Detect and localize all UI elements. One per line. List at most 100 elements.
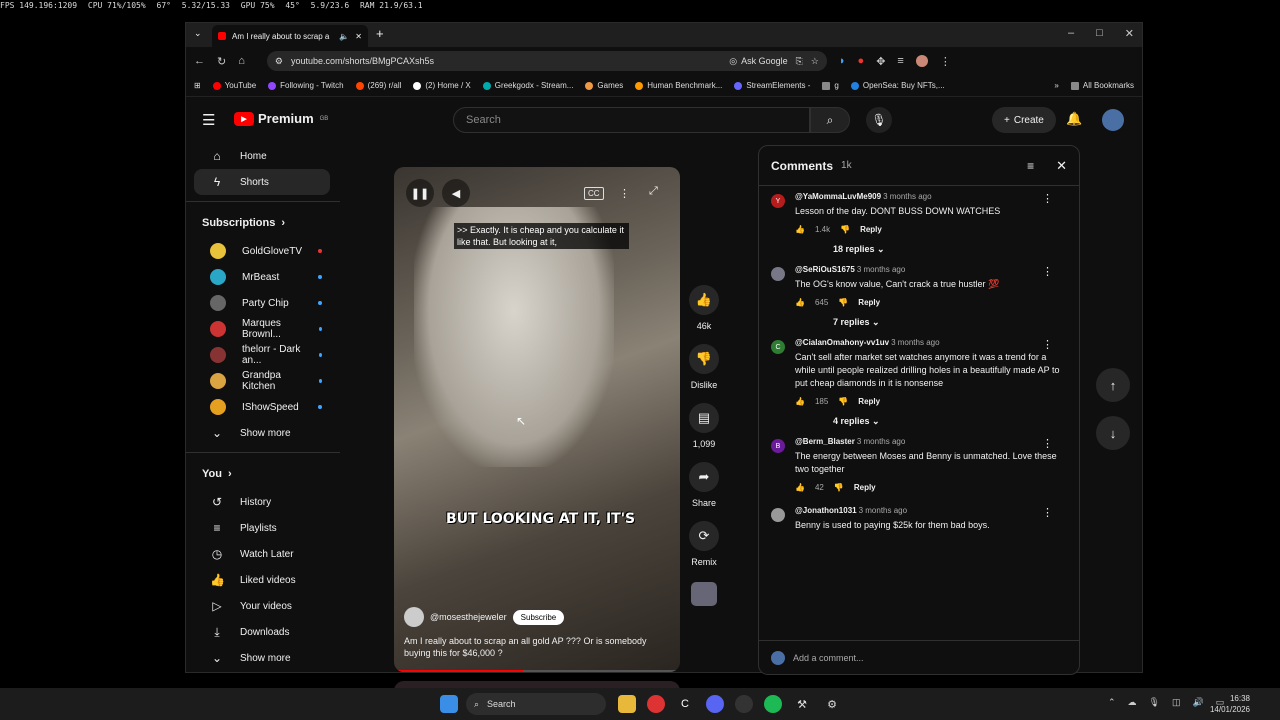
- comments-action[interactable]: ▤ 1,099: [689, 403, 719, 462]
- minimize-icon[interactable]: –: [1068, 27, 1074, 40]
- replies-toggle[interactable]: 4 replies ⌄: [795, 406, 1067, 431]
- bookmark-6[interactable]: Human Benchmark...: [635, 81, 722, 90]
- settings-gear-icon[interactable]: ⚙: [823, 695, 841, 713]
- mute-tab-icon[interactable]: 🔈: [339, 32, 349, 41]
- more-bookmarks-icon[interactable]: »: [1054, 81, 1058, 90]
- progress-bar[interactable]: [394, 670, 680, 672]
- channel-handle[interactable]: @mosesthejeweler: [430, 612, 507, 622]
- thumbs-down-icon[interactable]: 👎: [838, 298, 848, 307]
- bookmark-star-icon[interactable]: ☆: [811, 56, 819, 67]
- comment-avatar[interactable]: [771, 267, 785, 281]
- app-icon[interactable]: ⚒: [793, 695, 811, 713]
- close-window-icon[interactable]: ✕: [1125, 27, 1134, 40]
- pause-button[interactable]: ❚❚: [406, 179, 434, 207]
- thumbs-up-icon[interactable]: 👍: [795, 397, 805, 406]
- hamburger-menu-icon[interactable]: ☰: [202, 111, 215, 129]
- sidebar-item-home[interactable]: ⌂ Home: [194, 143, 330, 169]
- sort-icon[interactable]: ≡: [1027, 159, 1034, 173]
- tray-chevron-icon[interactable]: ⌃: [1108, 697, 1116, 708]
- reply-button[interactable]: Reply: [860, 225, 882, 234]
- thumbs-up-icon[interactable]: 👍: [795, 298, 805, 307]
- show-more-button[interactable]: ⌄ Show more: [194, 420, 330, 446]
- tab-search-icon[interactable]: ⌄: [194, 28, 202, 39]
- create-button[interactable]: + Create: [992, 107, 1056, 133]
- profile-icon[interactable]: [915, 55, 928, 67]
- sidebar-item-your-videos[interactable]: ▷ Your videos: [194, 593, 330, 619]
- bookmark-0[interactable]: YouTube: [212, 81, 256, 90]
- captions-button[interactable]: CC: [584, 187, 604, 200]
- subscribe-button[interactable]: Subscribe: [512, 609, 565, 625]
- bookmark-1[interactable]: Following - Twitch: [268, 81, 344, 90]
- ccleaner-icon[interactable]: C: [676, 695, 694, 713]
- sidebar-item-watch-later[interactable]: ◷ Watch Later: [194, 541, 330, 567]
- show-more-button-2[interactable]: ⌄ Show more: [194, 645, 330, 671]
- active-tab[interactable]: Am I really about to scrap a 🔈 ✕: [212, 25, 368, 47]
- reply-button[interactable]: Reply: [854, 483, 876, 492]
- browser-menu-icon[interactable]: ⋮: [940, 55, 951, 68]
- spotify-icon[interactable]: [764, 695, 782, 713]
- home-icon[interactable]: ⌂: [238, 55, 245, 67]
- bookmark-4[interactable]: Greekgodx - Stream...: [482, 81, 573, 90]
- voice-search-button[interactable]: 🎙: [866, 107, 892, 133]
- comment-avatar[interactable]: C: [771, 340, 785, 354]
- previous-short-button[interactable]: ↑: [1096, 368, 1130, 402]
- media-icon[interactable]: ≡: [897, 55, 903, 67]
- comment-menu-icon[interactable]: ⋮: [1042, 338, 1053, 351]
- sidebar-item-subscription[interactable]: thelorr - Dark an...: [194, 342, 330, 368]
- discord-icon[interactable]: [706, 695, 724, 713]
- reload-icon[interactable]: ↻: [217, 55, 226, 68]
- sidebar-item-subscription[interactable]: IShowSpeed: [194, 394, 330, 420]
- comment-author[interactable]: @CialanOmahony-vv1uv: [795, 338, 889, 347]
- extensions-puzzle-icon[interactable]: ✥: [876, 55, 885, 68]
- sidebar-item-subscription[interactable]: GoldGloveTV: [194, 238, 330, 264]
- comment-menu-icon[interactable]: ⋮: [1042, 437, 1053, 450]
- comment-author[interactable]: @Jonathon1031: [795, 506, 857, 515]
- thumbs-down-icon[interactable]: 👎: [840, 225, 850, 234]
- account-avatar[interactable]: [1102, 109, 1124, 131]
- comment-author[interactable]: @SeRiOuS1675: [795, 265, 855, 274]
- sidebar-item-subscription[interactable]: Marques Brownl...: [194, 316, 330, 342]
- sidebar-item-shorts[interactable]: ϟ Shorts: [194, 169, 330, 195]
- comment-avatar[interactable]: [771, 508, 785, 522]
- comment-avatar[interactable]: Y: [771, 194, 785, 208]
- subscriptions-heading[interactable]: Subscriptions ›: [186, 208, 340, 238]
- site-info-icon[interactable]: ⚙: [275, 56, 283, 67]
- adblock-icon[interactable]: ●: [858, 55, 865, 67]
- shorts-video-player[interactable]: ❚❚ ◀ CC ⋮ ⤢ >> Exactly. It is cheap and …: [394, 167, 680, 672]
- bookmark-7[interactable]: StreamElements -: [734, 81, 810, 90]
- like-action[interactable]: 👍 46k: [689, 285, 719, 344]
- bookmark-5[interactable]: Games: [585, 81, 623, 90]
- all-bookmarks[interactable]: All Bookmarks: [1070, 81, 1134, 90]
- url-box[interactable]: ⚙ youtube.com/shorts/BMgPCAXsh5s ◎ Ask G…: [266, 51, 827, 71]
- sidebar-item-liked-videos[interactable]: 👍 Liked videos: [194, 567, 330, 593]
- thumbs-up-icon[interactable]: 👍: [795, 483, 805, 492]
- you-heading[interactable]: You ›: [186, 459, 340, 489]
- sidebar-item-history[interactable]: ↺ History: [194, 489, 330, 515]
- reply-button[interactable]: Reply: [858, 298, 880, 307]
- microphone-icon[interactable]: 🎙: [1149, 697, 1160, 708]
- bookmark-9[interactable]: OpenSea: Buy NFTs,...: [850, 81, 945, 90]
- bookmark-3[interactable]: (2) Home / X: [413, 81, 471, 90]
- sidebar-item-downloads[interactable]: ⤓ Downloads: [194, 619, 330, 645]
- fullscreen-icon[interactable]: ⤢: [649, 185, 658, 198]
- new-tab-icon[interactable]: +: [376, 26, 384, 41]
- reply-button[interactable]: Reply: [858, 397, 880, 406]
- taskbar-clock[interactable]: 16:38 14/01/2026: [1210, 693, 1250, 715]
- bookmark-2[interactable]: (269) r/all: [355, 81, 401, 90]
- close-tab-icon[interactable]: ✕: [355, 32, 362, 41]
- sidebar-item-subscription[interactable]: Party Chip: [194, 290, 330, 316]
- youtube-logo[interactable]: ▶ Premium GB: [234, 111, 328, 126]
- comment-menu-icon[interactable]: ⋮: [1042, 265, 1053, 278]
- thumbs-down-icon[interactable]: 👎: [838, 397, 848, 406]
- thumbs-up-icon[interactable]: 👍: [795, 225, 805, 234]
- file-explorer-icon[interactable]: [618, 695, 636, 713]
- comment-author[interactable]: @YaMommaLuvMe909: [795, 192, 881, 201]
- maximize-icon[interactable]: □: [1096, 27, 1103, 40]
- comment-menu-icon[interactable]: ⋮: [1042, 506, 1053, 519]
- next-short-button[interactable]: ↓: [1096, 416, 1130, 450]
- search-button[interactable]: ⌕: [810, 107, 850, 133]
- bookmark-8[interactable]: g: [822, 81, 839, 90]
- apps-grid-icon[interactable]: ⊞: [194, 81, 201, 90]
- share-action[interactable]: ➦ Share: [689, 462, 719, 521]
- comment-avatar[interactable]: B: [771, 439, 785, 453]
